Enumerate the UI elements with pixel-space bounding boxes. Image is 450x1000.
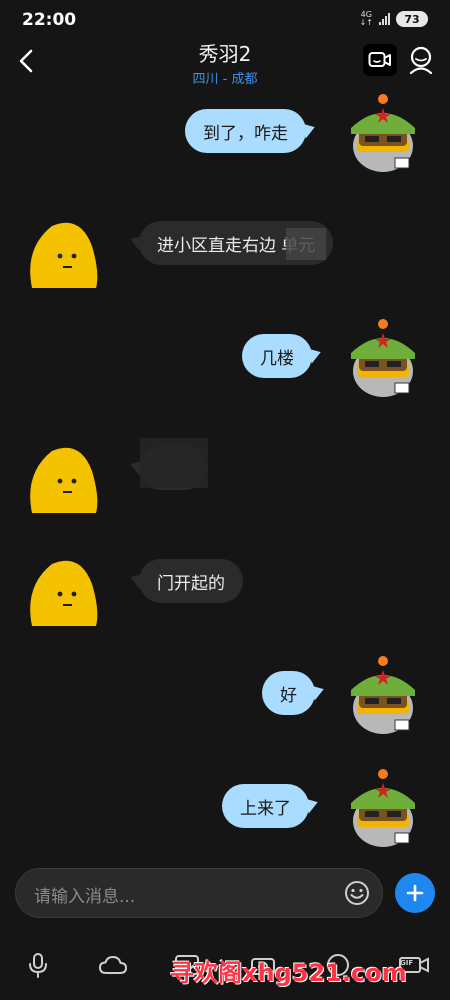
emoji-icon[interactable]	[344, 880, 370, 906]
message-bubble-outgoing[interactable]: 几楼	[242, 334, 312, 378]
watermark-text: 寻欢阁xhg521.com	[170, 959, 407, 987]
mosaic-blur	[140, 438, 208, 488]
signal-icon	[379, 13, 390, 25]
message-text: 几楼	[260, 348, 294, 369]
message-bubble-outgoing[interactable]: 到了，咋走	[185, 109, 306, 153]
robot-avatar-icon[interactable]	[343, 763, 423, 849]
status-time: 22:00	[22, 10, 77, 30]
yellow-blob-avatar-icon[interactable]	[22, 556, 100, 628]
message-text: 到了，咋走	[203, 123, 288, 144]
cloud-icon	[99, 956, 127, 974]
battery-indicator: 73	[396, 11, 428, 27]
yellow-blob-avatar-icon[interactable]	[22, 443, 100, 515]
person-icon	[409, 46, 433, 74]
message-text: 好	[280, 685, 297, 706]
status-bar: 22:00 4G ↓↑ 73	[0, 0, 450, 40]
add-attachment-button[interactable]	[395, 873, 435, 913]
robot-avatar-icon[interactable]	[343, 313, 423, 399]
message-text: 上来了	[240, 798, 291, 819]
microphone-icon	[29, 953, 47, 978]
robot-avatar-icon[interactable]	[343, 650, 423, 736]
voice-button[interactable]	[23, 950, 53, 980]
message-input[interactable]: 请输入消息...	[15, 868, 383, 918]
message-bubble-outgoing[interactable]: 上来了	[222, 784, 309, 828]
video-camera-icon	[368, 52, 391, 67]
message-bubble-incoming[interactable]: 门开起的	[139, 559, 243, 603]
message-input-placeholder: 请输入消息...	[34, 887, 136, 907]
message-bubble-outgoing[interactable]: 好	[262, 671, 315, 715]
video-call-button[interactable]	[363, 44, 397, 76]
message-text: 门开起的	[157, 573, 225, 594]
battery-level: 73	[404, 12, 420, 26]
status-icons: 4G ↓↑ 73	[360, 11, 428, 27]
network-indicator: 4G ↓↑	[360, 11, 373, 27]
mosaic-blur	[286, 228, 326, 260]
data-arrows-icon: ↓↑	[359, 18, 373, 27]
plus-icon	[406, 884, 424, 902]
chat-header: 秀羽2 四川 - 成都	[0, 36, 450, 88]
robot-avatar-icon[interactable]	[343, 88, 423, 174]
profile-button[interactable]	[405, 44, 437, 76]
cloud-button[interactable]	[97, 950, 129, 980]
yellow-blob-avatar-icon[interactable]	[22, 218, 100, 290]
